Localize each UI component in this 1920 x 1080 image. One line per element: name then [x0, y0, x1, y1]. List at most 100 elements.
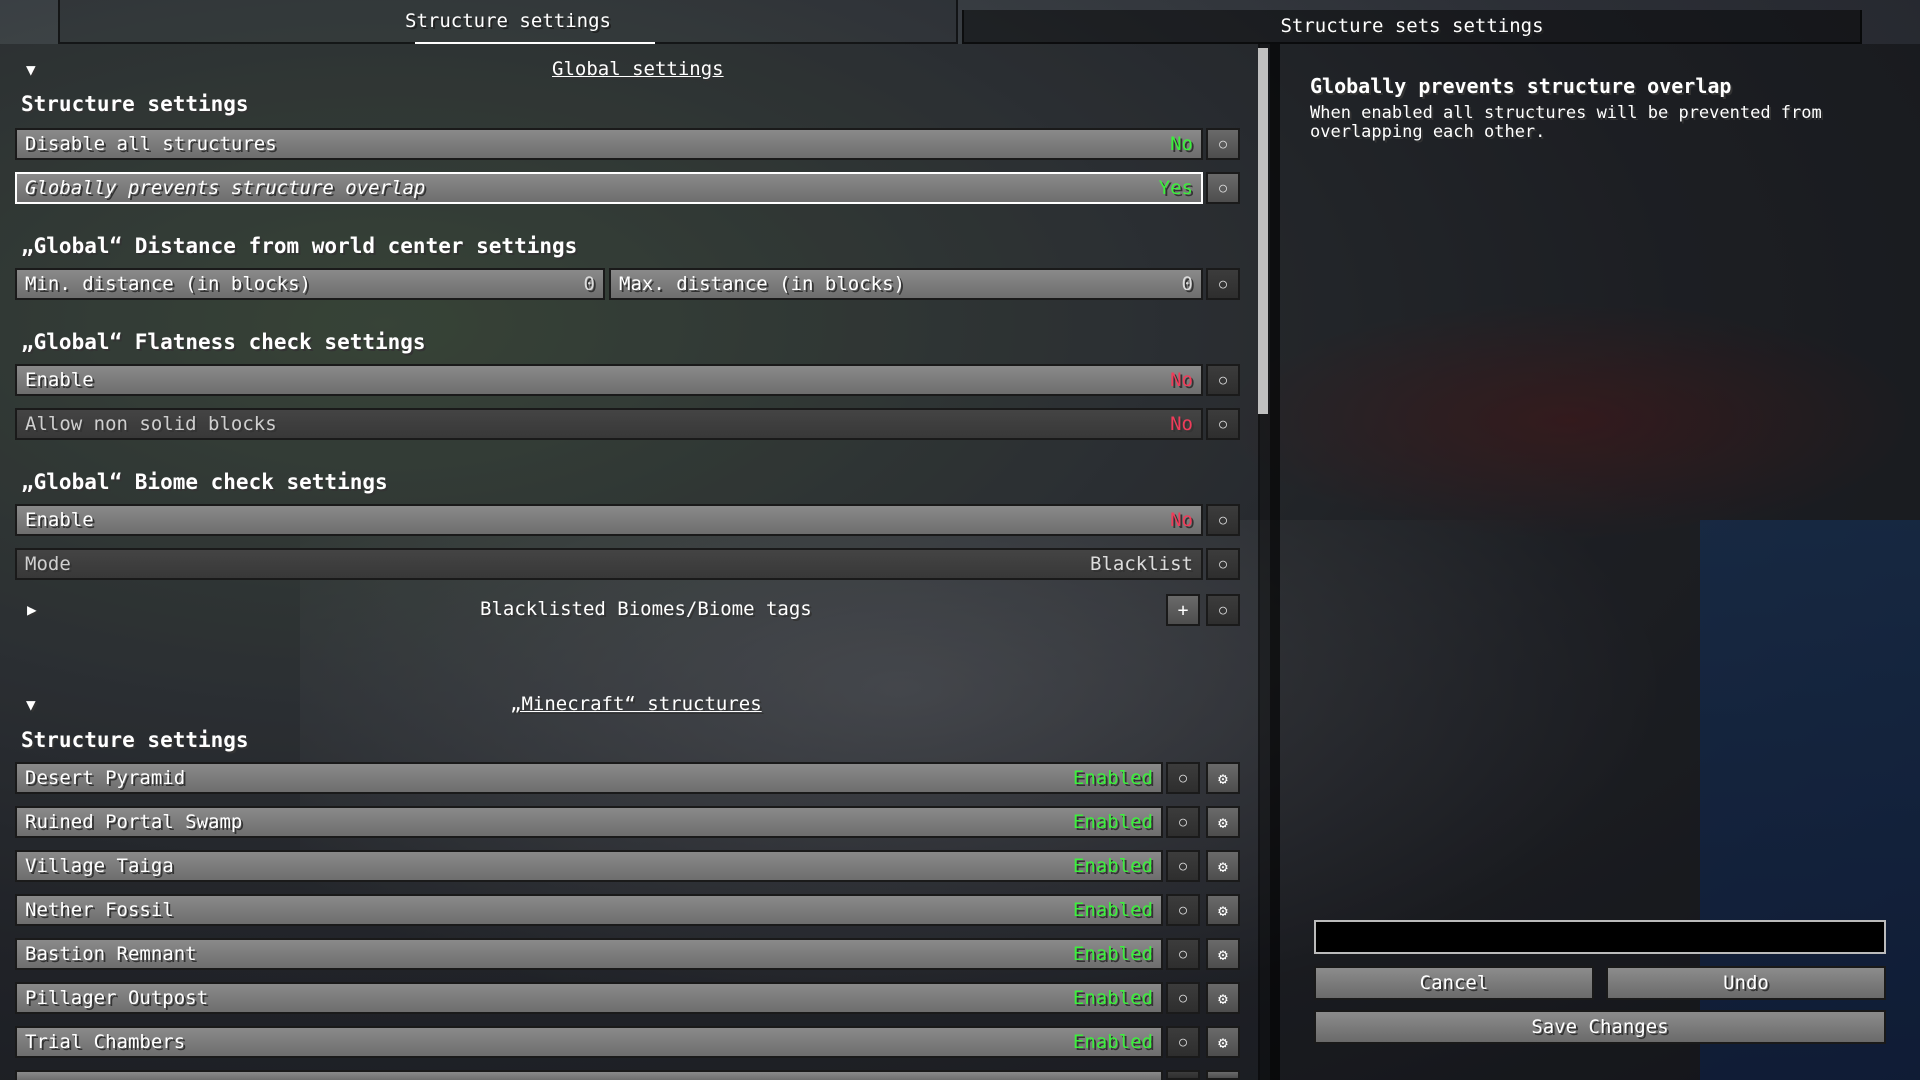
reset-button[interactable]: ○ — [1166, 850, 1200, 882]
structure-row-trial-chambers[interactable]: Trial Chambers Enabled — [15, 1026, 1163, 1058]
structure-settings-button[interactable]: ⚙ — [1206, 938, 1240, 970]
max-distance-field[interactable]: Max. distance (in blocks) 0 — [609, 268, 1203, 300]
reset-button[interactable]: ○ — [1166, 982, 1200, 1014]
reset-button[interactable]: ○ — [1206, 128, 1240, 160]
structure-row-ruined-portal-swamp[interactable]: Ruined Portal Swamp Enabled — [15, 806, 1163, 838]
expand-blacklist-icon[interactable]: ▶ — [27, 600, 37, 619]
setting-value: 0 — [583, 273, 595, 295]
structure-status: Enabled — [1072, 855, 1153, 877]
help-description: When enabled all structures will be prev… — [1310, 103, 1822, 142]
reset-icon: ○ — [1179, 770, 1187, 786]
structure-name: Ruined Portal Swamp — [25, 811, 243, 833]
setting-value: No — [1170, 413, 1193, 435]
structure-settings-button[interactable]: ⚙ — [1206, 806, 1240, 838]
minecraft-structures-header[interactable]: „Minecraft“ structures — [510, 693, 762, 715]
setting-label: Mode — [25, 553, 71, 575]
setting-label: Enable — [25, 509, 94, 531]
biome-settings-title: „Global“ Biome check settings — [21, 470, 388, 494]
setting-label: Enable — [25, 369, 94, 391]
reset-icon: ○ — [1179, 1034, 1187, 1050]
help-title: Globally prevents structure overlap — [1310, 74, 1732, 98]
reset-icon: ○ — [1219, 180, 1227, 196]
collapse-minecraft-icon[interactable]: ▼ — [26, 695, 36, 714]
disable-all-structures-row[interactable]: Disable all structures No — [15, 128, 1203, 160]
reset-button[interactable]: ○ — [1166, 938, 1200, 970]
reset-icon: ○ — [1219, 512, 1227, 528]
reset-button[interactable]: ○ — [1206, 594, 1240, 626]
global-structure-settings-title: Structure settings — [21, 92, 249, 116]
structure-row-bastion-remnant[interactable]: Bastion Remnant Enabled — [15, 938, 1163, 970]
undo-button[interactable]: Undo — [1606, 966, 1886, 1000]
gear-icon: ⚙ — [1218, 768, 1228, 788]
reset-button[interactable]: ○ — [1206, 548, 1240, 580]
reset-button[interactable]: ○ — [1206, 364, 1240, 396]
structure-row-nether-fossil[interactable]: Nether Fossil Enabled — [15, 894, 1163, 926]
reset-icon: ○ — [1179, 858, 1187, 874]
reset-icon: ○ — [1219, 136, 1227, 152]
reset-icon: ○ — [1219, 276, 1227, 292]
reset-button[interactable]: ○ — [1166, 894, 1200, 926]
structure-row-pillager-outpost[interactable]: Pillager Outpost Enabled — [15, 982, 1163, 1014]
tab-structure-settings[interactable]: Structure settings — [58, 0, 958, 44]
setting-value: 0 — [1181, 273, 1193, 295]
scrollbar-thumb[interactable] — [1258, 48, 1268, 414]
structure-status: Enabled — [1072, 943, 1153, 965]
structure-name: Nether Fossil — [25, 899, 174, 921]
setting-label: Globally prevents structure overlap — [25, 177, 426, 199]
setting-value: Blacklist — [1090, 553, 1193, 575]
gear-icon: ⚙ — [1218, 988, 1228, 1008]
setting-label: Disable all structures — [25, 133, 277, 155]
structure-settings-button[interactable]: ⚙ — [1206, 982, 1240, 1014]
biome-enable-row[interactable]: Enable No — [15, 504, 1203, 536]
collapse-global-icon[interactable]: ▼ — [26, 60, 36, 79]
reset-button[interactable]: ○ — [1206, 504, 1240, 536]
reset-button[interactable]: ○ — [1206, 172, 1240, 204]
reset-button[interactable]: ○ — [1166, 762, 1200, 794]
setting-value: No — [1170, 509, 1193, 531]
panel-divider — [1270, 44, 1280, 1080]
setting-value: No — [1170, 133, 1193, 155]
flatness-settings-title: „Global“ Flatness check settings — [21, 330, 426, 354]
gear-icon: ⚙ — [1218, 900, 1228, 920]
structure-name: Pillager Outpost — [25, 987, 209, 1009]
structure-settings-button[interactable] — [1206, 1070, 1240, 1080]
min-distance-field[interactable]: Min. distance (in blocks) 0 — [15, 268, 605, 300]
setting-value: No — [1170, 369, 1193, 391]
global-settings-header[interactable]: Global settings — [552, 58, 724, 80]
add-biome-button[interactable]: + — [1166, 594, 1200, 626]
structure-row-desert-pyramid[interactable]: Desert Pyramid Enabled — [15, 762, 1163, 794]
allow-non-solid-row[interactable]: Allow non solid blocks No — [15, 408, 1203, 440]
search-input[interactable] — [1314, 920, 1886, 954]
flatness-enable-row[interactable]: Enable No — [15, 364, 1203, 396]
reset-button[interactable]: ○ — [1206, 408, 1240, 440]
reset-icon: ○ — [1179, 814, 1187, 830]
structure-settings-button[interactable]: ⚙ — [1206, 1026, 1240, 1058]
structure-status: Enabled — [1072, 1031, 1153, 1053]
structure-name: Trial Chambers — [25, 1031, 186, 1053]
gear-icon: ⚙ — [1218, 812, 1228, 832]
gear-icon: ⚙ — [1218, 944, 1228, 964]
structure-status: Enabled — [1072, 767, 1153, 789]
gear-icon: ⚙ — [1218, 856, 1228, 876]
structure-settings-button[interactable]: ⚙ — [1206, 850, 1240, 882]
cancel-button[interactable]: Cancel — [1314, 966, 1594, 1000]
structure-row-village-taiga[interactable]: Village Taiga Enabled — [15, 850, 1163, 882]
reset-button[interactable]: ○ — [1206, 268, 1240, 300]
reset-icon: ○ — [1179, 902, 1187, 918]
biome-mode-row[interactable]: Mode Blacklist — [15, 548, 1203, 580]
structure-status: Enabled — [1072, 899, 1153, 921]
gear-icon: ⚙ — [1218, 1032, 1228, 1052]
distance-settings-title: „Global“ Distance from world center sett… — [21, 234, 578, 258]
structure-settings-button[interactable]: ⚙ — [1206, 762, 1240, 794]
structure-status: Enabled — [1072, 987, 1153, 1009]
reset-button[interactable]: ○ — [1166, 806, 1200, 838]
structure-settings-button[interactable]: ⚙ — [1206, 894, 1240, 926]
reset-icon: ○ — [1219, 602, 1227, 618]
plus-icon: + — [1177, 599, 1189, 621]
structure-row-partial[interactable] — [15, 1070, 1163, 1080]
reset-button[interactable]: ○ — [1166, 1026, 1200, 1058]
prevent-overlap-row[interactable]: Globally prevents structure overlap Yes — [15, 172, 1203, 204]
reset-button[interactable] — [1166, 1070, 1200, 1080]
save-changes-button[interactable]: Save Changes — [1314, 1010, 1886, 1044]
tab-structure-sets-settings[interactable]: Structure sets settings — [962, 10, 1862, 44]
